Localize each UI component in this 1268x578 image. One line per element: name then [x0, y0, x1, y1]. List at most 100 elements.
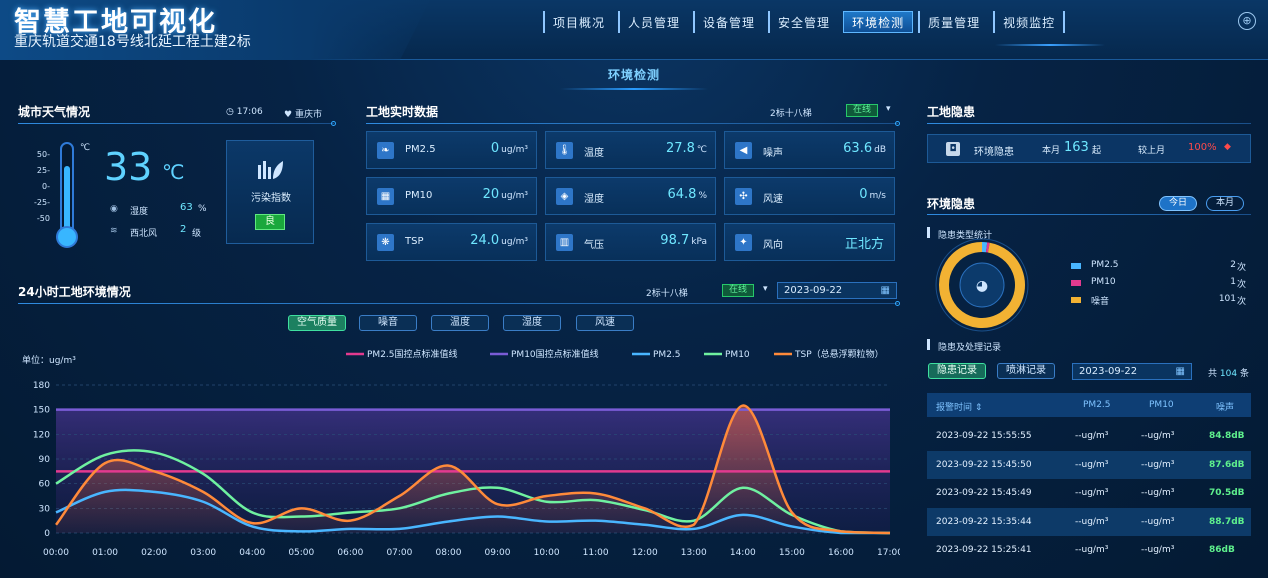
realtime-card-label: 风速 — [763, 194, 783, 205]
realtime-dropdown-icon[interactable]: ▾ — [886, 104, 891, 114]
row-noise: 88.7dB — [1209, 516, 1245, 527]
realtime-card: ❋ TSP 24.0 ug/m³ — [366, 223, 537, 261]
donut-legend-unit: 次 — [1237, 297, 1247, 307]
row-pm10: --ug/m³ — [1141, 545, 1175, 555]
weather-heading-line — [18, 123, 334, 124]
weather-heading-dot — [331, 121, 336, 126]
tab-humidity[interactable]: 湿度 — [503, 315, 561, 331]
nav-item-video[interactable]: 视频监控 — [993, 11, 1066, 33]
tab-wind-speed[interactable]: 风速 — [576, 315, 634, 331]
donut-legend-count: 1 — [1230, 277, 1236, 287]
weather-city-value: 重庆市 — [294, 110, 322, 120]
fan-icon: ✣ — [735, 188, 752, 205]
realtime-card-value: 0 m/s — [859, 187, 886, 202]
x-tick-label: 15:00 — [779, 548, 805, 558]
realtime-card-value: 98.7 kPa — [660, 233, 707, 248]
table-row: 2023-09-22 15:45:49 --ug/m³ --ug/m³ 70.5dB — [927, 479, 1251, 507]
realtime-heading: 工地实时数据 — [366, 105, 439, 119]
hazard-heading-line — [927, 123, 1251, 124]
realtime-card: ✦ 风向 正北方 — [724, 223, 895, 261]
nav-item-safety[interactable]: 安全管理 — [768, 11, 838, 33]
realtime-site[interactable]: 2标十八梯 — [770, 106, 812, 119]
nav-item-equipment[interactable]: 设备管理 — [693, 11, 763, 33]
table-row: 2023-09-22 15:35:44 --ug/m³ --ug/m³ 88.7dB — [927, 507, 1251, 536]
hazard-summary-card: ◘ 环境隐患 本月 163 起 较上月 100% ◆ — [927, 134, 1251, 163]
records-date-input[interactable]: 2023-09-22 ▦ — [1072, 363, 1192, 380]
clock-icon: ◷ — [226, 107, 234, 117]
realtime-card: ▦ PM10 20 ug/m³ — [366, 177, 537, 215]
donut-legend-name: 噪音 — [1091, 297, 1110, 307]
env24-heading: 24小时工地环境情况 — [18, 285, 131, 299]
x-tick-label: 11:00 — [583, 548, 609, 558]
env24-chart: 0 30 60 90 120 150 180 单位：ug/m³ 00:00 01:00 02:00 0… — [22, 348, 900, 558]
col-alarm-time[interactable]: 报警时间 ⇕ — [936, 400, 982, 413]
tab-noise[interactable]: 噪音 — [359, 315, 417, 331]
hazard-donut-chart: ◕ — [935, 238, 1029, 332]
x-tick-label: 05:00 — [288, 548, 314, 558]
env24-site[interactable]: 2标十八梯 — [646, 286, 688, 299]
page-title-bar: 环境检测 — [0, 60, 1268, 92]
realtime-card-label: PM2.5 — [405, 144, 436, 155]
legend-label-4: TSP（总悬浮颗粒物） — [794, 348, 884, 360]
realtime-card-value: 24.0 ug/m³ — [470, 233, 528, 248]
dashboard-root: 智慧工地可视化 重庆轨道交通18号线北延工程土建2标 项目概况 人员管理 设备管… — [0, 0, 1268, 578]
records-total-suffix: 条 — [1239, 369, 1249, 379]
thermo-tick-0: 0- — [42, 182, 50, 191]
globe-icon[interactable]: ⊕ — [1238, 12, 1256, 30]
realtime-card: 🌡 温度 27.8 ℃ — [545, 131, 716, 169]
donut-legend-count: 2 — [1230, 260, 1236, 270]
realtime-card-number: 98.7 — [660, 233, 690, 248]
droplet-icon: ◈ — [556, 188, 573, 205]
row-pm10: --ug/m³ — [1141, 488, 1175, 498]
table-row: 2023-09-22 15:45:50 --ug/m³ --ug/m³ 87.6dB — [927, 450, 1251, 479]
nav-decoration — [995, 44, 1105, 46]
header-bar: 智慧工地可视化 重庆轨道交通18号线北延工程土建2标 项目概况 人员管理 设备管… — [0, 0, 1268, 60]
tab-air-quality[interactable]: 空气质量 — [288, 315, 346, 331]
trend-up-icon: ◆ — [1224, 142, 1231, 152]
env24-date-input[interactable]: 2023-09-22 ▦ — [777, 282, 897, 299]
row-pm25: --ug/m³ — [1075, 545, 1109, 555]
env24-dropdown-icon[interactable]: ▾ — [763, 284, 768, 294]
table-row: 2023-09-22 15:55:55 --ug/m³ --ug/m³ 84.8dB — [927, 422, 1251, 450]
col-pm10: PM10 — [1149, 400, 1174, 410]
realtime-card-value: 27.8 ℃ — [666, 141, 707, 156]
main-nav: 项目概况 人员管理 设备管理 安全管理 环境检测 质量管理 视频监控 — [538, 11, 1066, 33]
thermo-tick-neg25: -25- — [34, 198, 50, 207]
wind-label: 西北风 — [130, 229, 158, 239]
x-tick-label: 06:00 — [337, 548, 363, 558]
weather-city: ♥ 重庆市 — [284, 107, 322, 120]
pill-today[interactable]: 今日 — [1159, 196, 1197, 211]
records-total-prefix: 共 — [1208, 369, 1218, 379]
x-tick-label: 01:00 — [92, 548, 118, 558]
tab-temperature[interactable]: 温度 — [431, 315, 489, 331]
realtime-card-value: 正北方 — [845, 233, 886, 252]
row-pm10: --ug/m³ — [1141, 459, 1175, 470]
page-title: 环境检测 — [607, 68, 660, 82]
records-total: 共 104 条 — [1208, 366, 1249, 379]
pollution-level-badge: 良 — [255, 214, 285, 230]
thermometer-icon — [56, 142, 78, 248]
nav-item-personnel[interactable]: 人员管理 — [618, 11, 688, 33]
realtime-card-number: 64.8 — [667, 187, 697, 202]
donut-legend-swatch — [1071, 263, 1081, 269]
nav-item-project-overview[interactable]: 项目概况 — [543, 11, 613, 33]
tab-hazard-records[interactable]: 隐患记录 — [928, 363, 986, 379]
x-tick-label: 09:00 — [485, 548, 511, 558]
donut-legend-swatch — [1071, 297, 1081, 303]
pill-this-month[interactable]: 本月 — [1206, 196, 1244, 211]
env-hazard-heading-line — [927, 214, 1251, 215]
realtime-card-unit: ug/m³ — [501, 145, 528, 155]
realtime-card-unit: m/s — [869, 191, 887, 201]
weather-time-value: 17:06 — [236, 107, 263, 117]
x-tick-label: 14:00 — [730, 548, 756, 558]
thermometer-unit: ℃ — [80, 143, 91, 153]
hazard-month-unit: 起 — [1092, 146, 1102, 156]
location-pin-icon: ♥ — [284, 110, 293, 120]
weather-time: ◷ 17:06 — [226, 107, 263, 117]
tab-spray-records[interactable]: 喷淋记录 — [997, 363, 1055, 379]
hazard-label: 环境隐患 — [974, 147, 1014, 158]
realtime-heading-line — [366, 123, 898, 124]
nav-item-quality[interactable]: 质量管理 — [918, 11, 988, 33]
nav-item-environment[interactable]: 环境检测 — [843, 11, 914, 33]
x-tick-label: 10:00 — [534, 548, 560, 558]
